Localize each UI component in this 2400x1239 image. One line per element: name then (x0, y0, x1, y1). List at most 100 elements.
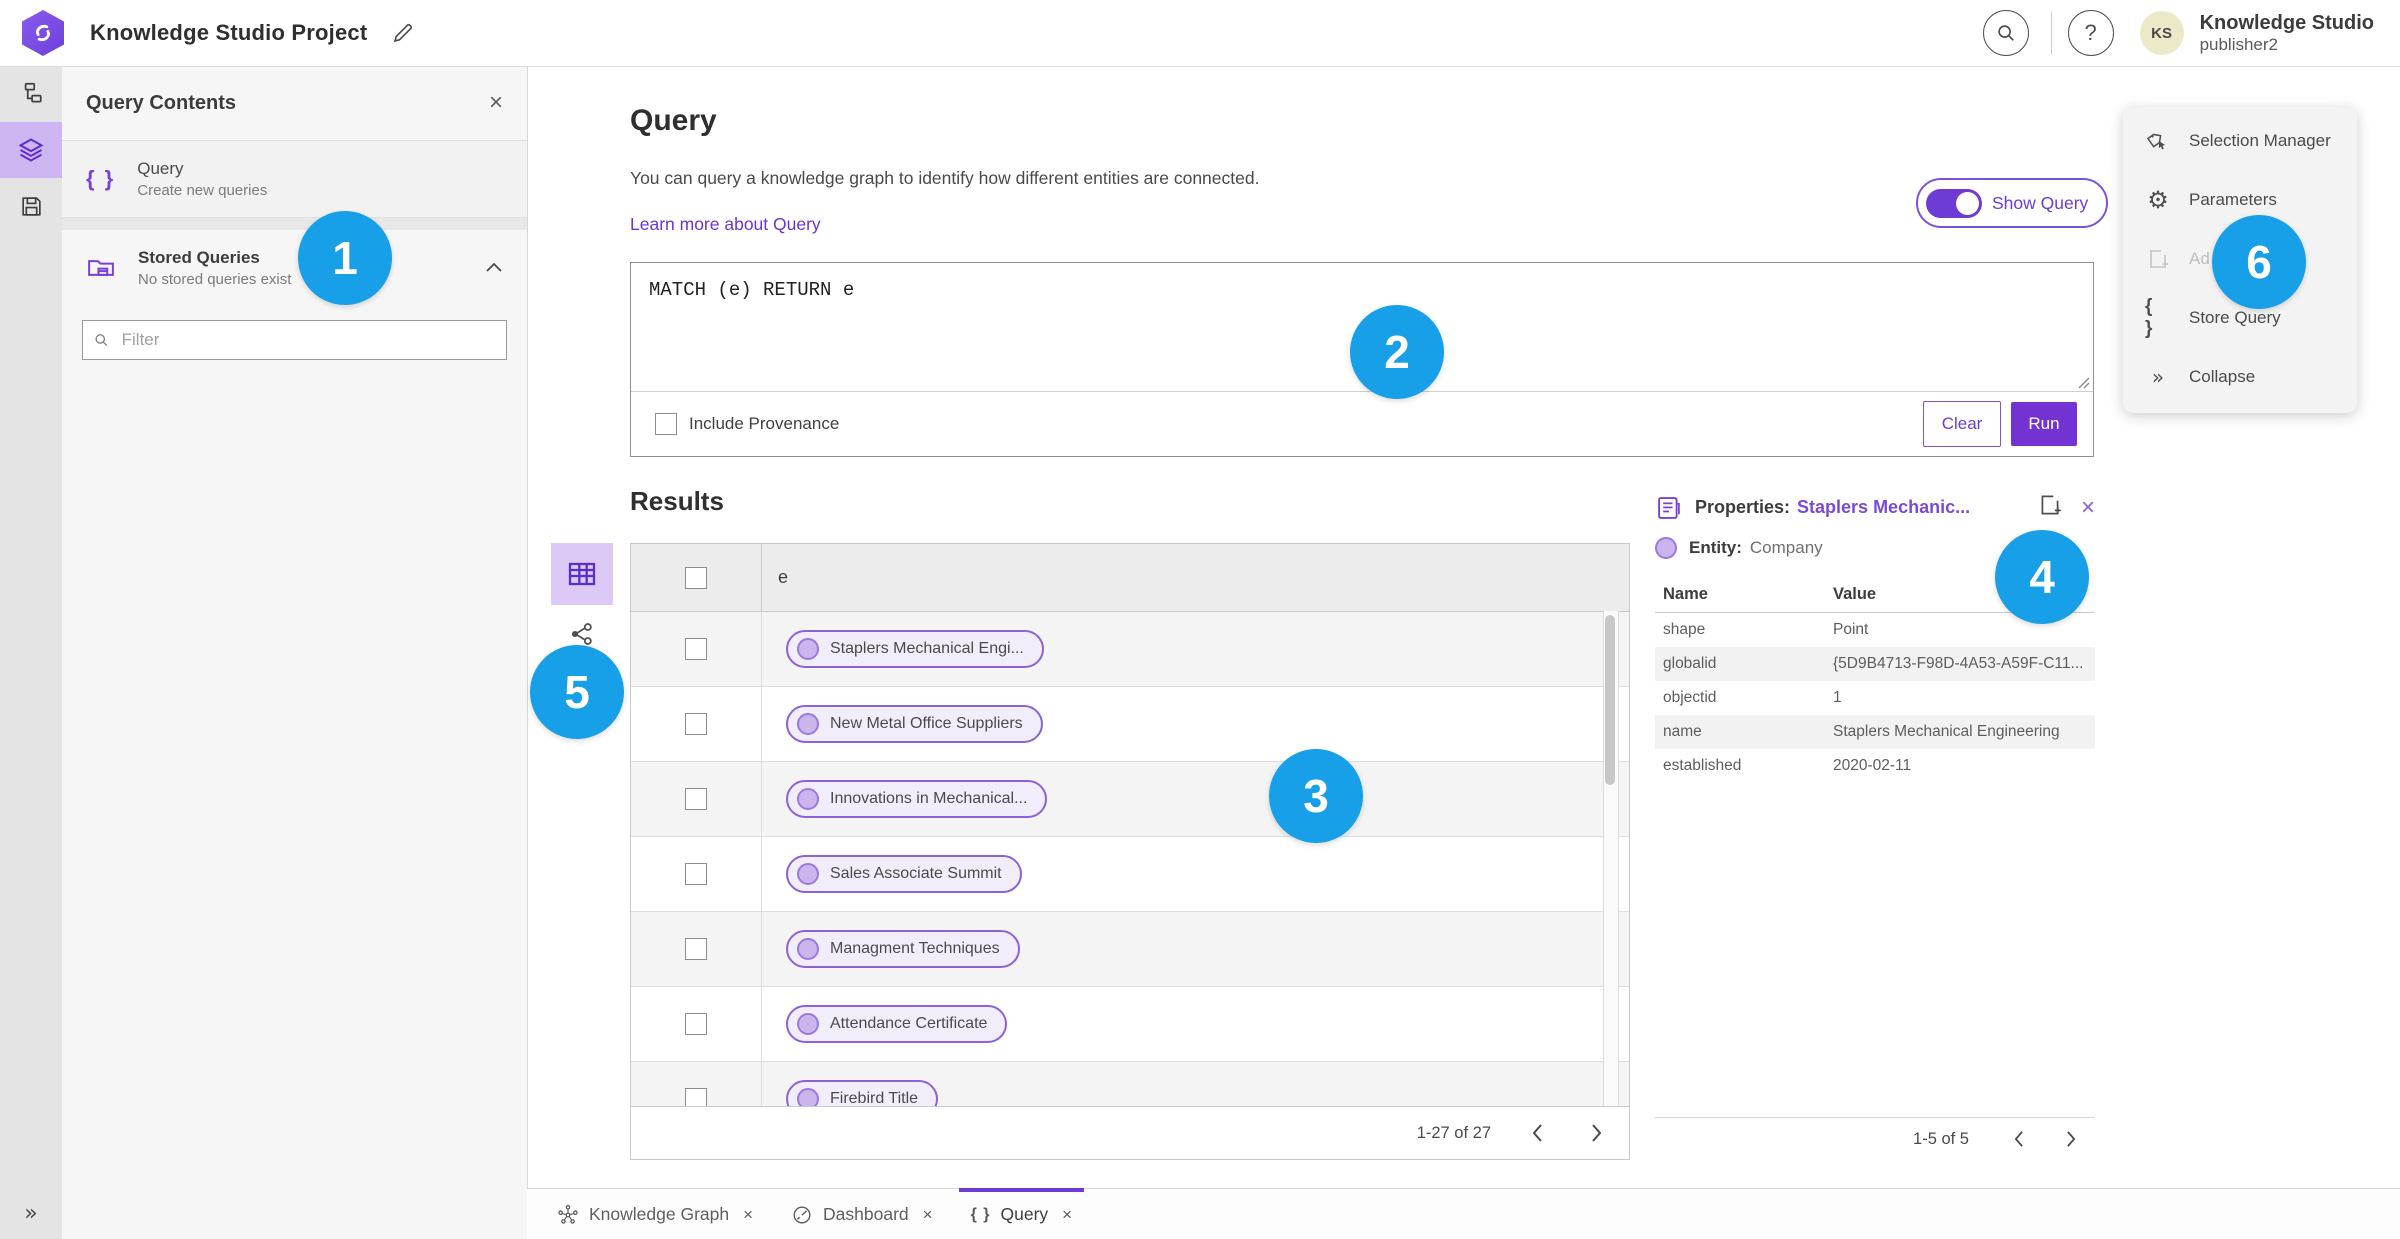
add-square-icon (2145, 247, 2171, 271)
table-row[interactable]: Managment Techniques (631, 912, 1629, 987)
stored-queries-sublabel: No stored queries exist (138, 271, 292, 288)
table-row[interactable]: New Metal Office Suppliers (631, 687, 1629, 762)
stored-queries-label: Stored Queries (138, 248, 260, 267)
table-row[interactable]: Innovations in Mechanical... (631, 762, 1629, 837)
tab-dashboard[interactable]: Dashboard × (779, 1189, 945, 1239)
entity-pill[interactable]: Attendance Certificate (786, 1005, 1008, 1043)
rail-item-knowledge-graph[interactable] (0, 66, 62, 122)
close-tab-icon[interactable]: × (923, 1205, 933, 1225)
run-button[interactable]: Run (2011, 402, 2077, 446)
app-header: Knowledge Studio Project ? KS Knowledge … (0, 0, 2400, 67)
prev-page-button[interactable] (1531, 1123, 1544, 1143)
close-properties-icon[interactable]: × (2081, 495, 2095, 520)
next-properties-button[interactable] (2065, 1130, 2077, 1148)
selection-manager-icon (2145, 129, 2171, 153)
table-scrollbar[interactable] (1603, 611, 1619, 1107)
user-block[interactable]: Knowledge Studio publisher2 (2200, 12, 2374, 55)
avatar[interactable]: KS (2139, 11, 2184, 55)
search-icon (95, 334, 108, 346)
include-provenance-checkbox[interactable] (655, 413, 677, 435)
knowledge-studio-app: Knowledge Studio Project ? KS Knowledge … (0, 0, 2400, 1239)
show-query-toggle[interactable]: Show Query (1916, 178, 2109, 228)
results-title: Results (630, 486, 724, 516)
property-row: objectid 1 (1655, 681, 2095, 715)
chevron-up-icon[interactable] (485, 262, 503, 274)
entity-pill[interactable]: Innovations in Mechanical... (786, 780, 1048, 818)
row-checkbox[interactable] (685, 863, 707, 885)
scrollbar-thumb[interactable] (1605, 615, 1615, 785)
row-checkbox[interactable] (685, 638, 707, 660)
row-checkbox[interactable] (685, 788, 707, 810)
callout-6: 6 (2212, 215, 2306, 309)
entity-dot-icon (797, 1013, 819, 1035)
table-row[interactable]: Attendance Certificate (631, 987, 1629, 1062)
toggle-knob (1956, 191, 1979, 215)
table-row[interactable]: Staplers Mechanical Engi... (631, 612, 1629, 687)
row-checkbox[interactable] (685, 713, 707, 735)
store-query-label: Store Query (2189, 307, 2281, 327)
add-to-new-icon[interactable] (2037, 492, 2063, 523)
entity-label: Entity: (1689, 538, 1742, 557)
row-checkbox[interactable] (685, 938, 707, 960)
section-divider (62, 218, 527, 230)
entity-pill[interactable]: Sales Associate Summit (786, 855, 1022, 893)
query-page-title: Query (630, 104, 717, 137)
left-icon-rail: » (0, 66, 62, 1239)
tab-label: Knowledge Graph (589, 1204, 730, 1224)
braces-icon: { } (2145, 295, 2155, 339)
next-page-button[interactable] (1590, 1123, 1603, 1143)
entity-pill[interactable]: Managment Techniques (786, 930, 1020, 968)
learn-more-link[interactable]: Learn more about Query (630, 214, 821, 235)
entity-pill[interactable]: Staplers Mechanical Engi... (786, 630, 1044, 668)
results-pagination: 1-27 of 27 (631, 1106, 1629, 1159)
select-all-checkbox[interactable] (685, 566, 707, 589)
tab-knowledge-graph[interactable]: Knowledge Graph × (545, 1189, 765, 1239)
contents-item-query[interactable]: { } Query Create new queries (62, 141, 527, 218)
knowledge-graph-icon (558, 1204, 578, 1224)
link-chart-icon (571, 623, 592, 645)
results-table-header: e (631, 544, 1629, 612)
entity-pill-label: Innovations in Mechanical... (830, 790, 1028, 807)
filter-input[interactable] (119, 329, 496, 351)
help-button[interactable]: ? (2067, 10, 2114, 56)
properties-entity-link[interactable]: Staplers Mechanic... (1797, 497, 1970, 518)
prev-properties-button[interactable] (2013, 1130, 2025, 1148)
edit-title-icon[interactable] (391, 21, 415, 45)
rail-item-save[interactable] (0, 178, 62, 234)
stored-queries-filter[interactable] (82, 320, 507, 360)
rail-item-layers-selected[interactable] (0, 122, 62, 178)
close-tab-icon[interactable]: × (743, 1205, 753, 1225)
project-title: Knowledge Studio Project (90, 20, 368, 45)
search-button[interactable] (1982, 10, 2029, 56)
entity-dot-icon (797, 788, 819, 810)
collapse-label: Collapse (2189, 366, 2256, 386)
entity-dot-icon (797, 938, 819, 960)
entity-pill[interactable]: New Metal Office Suppliers (786, 705, 1043, 743)
table-view-toggle[interactable] (551, 543, 613, 605)
row-checkbox[interactable] (685, 1013, 707, 1035)
property-value: Staplers Mechanical Engineering (1833, 723, 2060, 740)
property-value: 2020-02-11 (1833, 757, 1912, 774)
column-header-e: e (778, 567, 789, 587)
property-value: {5D9B4713-F98D-4A53-A59F-C11... (1833, 655, 2084, 672)
property-value: Point (1833, 621, 1869, 638)
tab-query-active[interactable]: { } Query × (958, 1188, 1085, 1239)
selection-manager-item[interactable]: Selection Manager (2123, 111, 2357, 170)
callout-3: 3 (1269, 749, 1363, 843)
properties-title-prefix: Properties: (1695, 497, 1791, 517)
table-row[interactable]: Sales Associate Summit (631, 837, 1629, 912)
hierarchy-icon (24, 82, 42, 103)
close-tab-icon[interactable]: × (1062, 1205, 1072, 1225)
property-row: established 2020-02-11 (1655, 749, 2095, 783)
gear-icon: ⚙ (2147, 185, 2169, 214)
collapse-item[interactable]: » Collapse (2123, 347, 2357, 406)
results-table: e Staplers Mechanical Engi... New Metal … (630, 543, 1630, 1160)
clear-button[interactable]: Clear (1923, 401, 2001, 447)
expand-rail-button[interactable]: » (0, 1193, 62, 1233)
properties-pagination: 1-5 of 5 (1655, 1117, 2095, 1160)
toggle-switch[interactable] (1926, 188, 1982, 218)
property-row: globalid {5D9B4713-F98D-4A53-A59F-C11... (1655, 647, 2095, 681)
contents-item-stored-queries[interactable]: Stored Queries No stored queries exist (62, 230, 527, 306)
close-panel-icon[interactable]: × (489, 91, 503, 115)
knowledge-studio-logo-icon (22, 10, 64, 56)
